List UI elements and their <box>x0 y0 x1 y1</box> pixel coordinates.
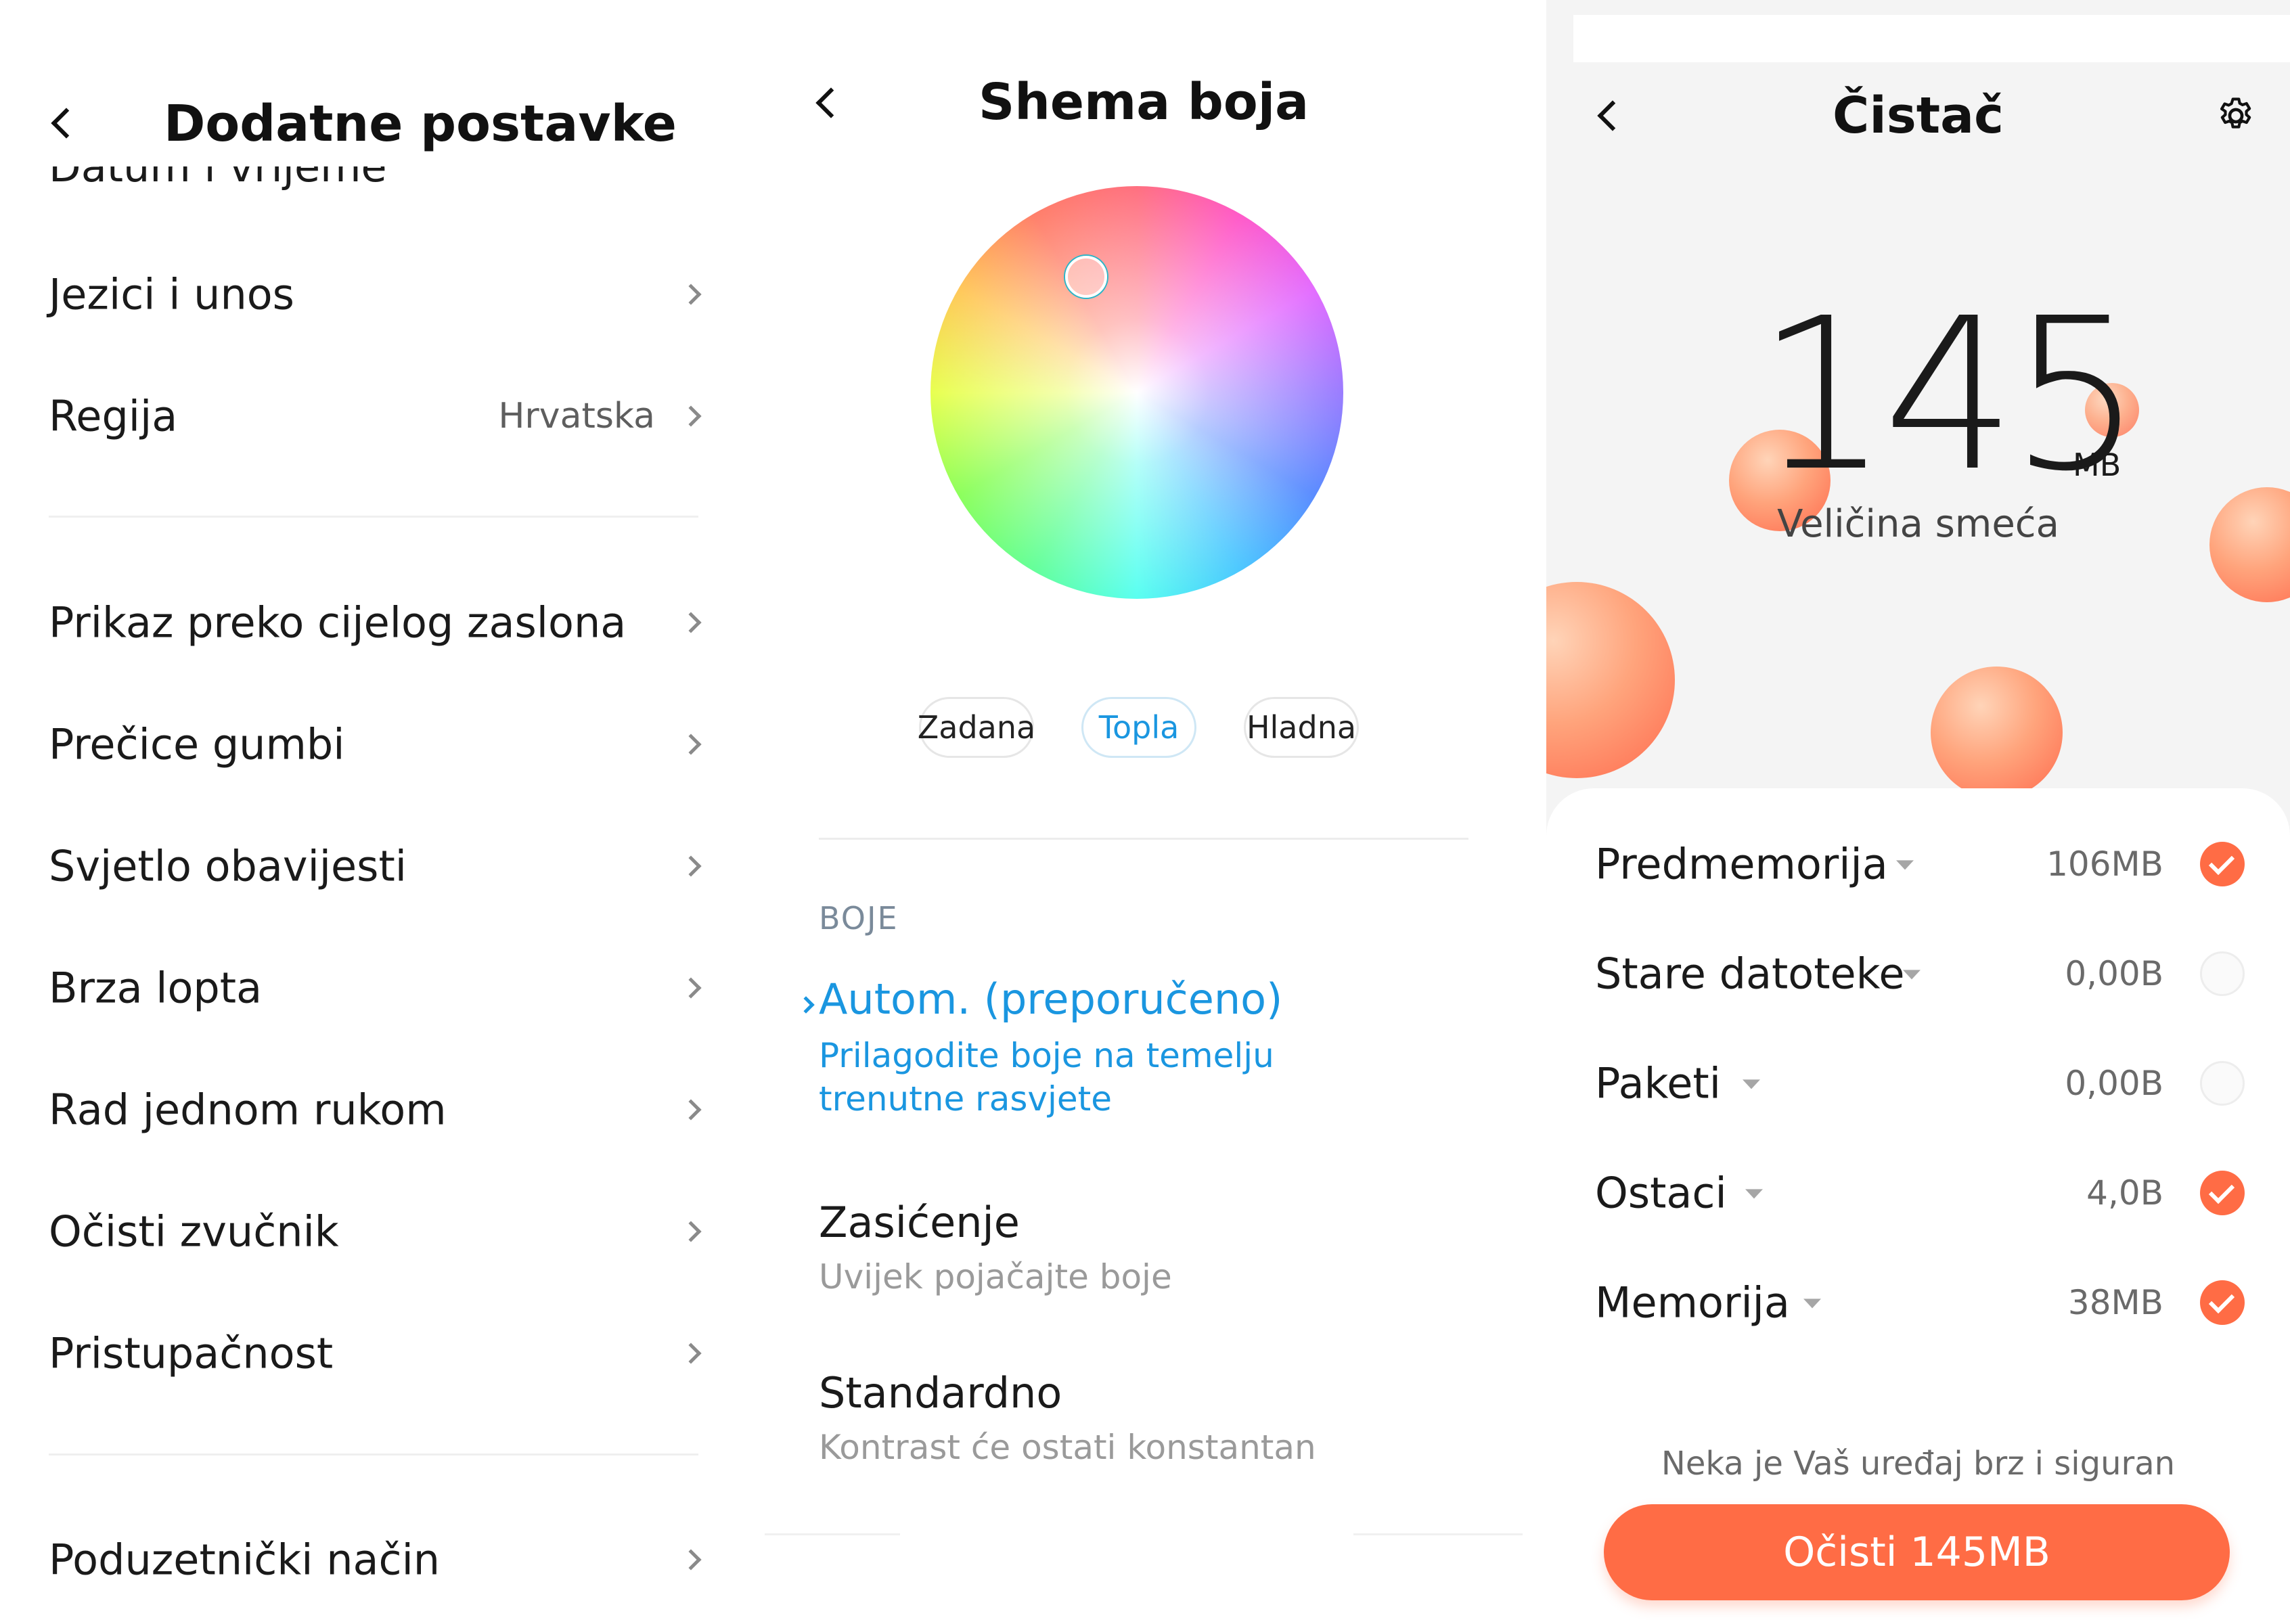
junk-item-residuals[interactable]: Ostaci 4,0B <box>1595 1156 2245 1230</box>
check-icon[interactable] <box>2200 1280 2245 1325</box>
option-subtitle: Prilagodite boje na temelju trenutne ras… <box>819 1036 1274 1119</box>
item-label: Svjetlo obavijesti <box>49 841 407 891</box>
option-title: Autom. (preporučeno) <box>819 974 1283 1024</box>
chip-default[interactable]: Zadana <box>918 697 1035 758</box>
page-title: Čistač <box>1833 87 2004 145</box>
divider <box>765 1533 900 1535</box>
item-value: Hrvatska <box>498 396 655 436</box>
settings-item-clean-speaker[interactable]: Očisti zvučnik <box>49 1184 702 1279</box>
option-title: Standardno <box>819 1368 1062 1418</box>
settings-item-notification-light[interactable]: Svjetlo obavijesti <box>49 819 702 914</box>
color-picker-handle[interactable] <box>1065 256 1107 298</box>
page-title: Dodatne postavke <box>164 95 677 153</box>
dropdown-triangle-icon[interactable] <box>1903 970 1921 980</box>
chevron-right-icon <box>680 1221 702 1242</box>
chevron-right-icon <box>680 1099 702 1121</box>
option-standard[interactable]: Standardno Kontrast će ostati konstantan <box>819 1368 1468 1483</box>
dropdown-triangle-icon[interactable] <box>1743 1079 1760 1089</box>
junk-size-unit: MB <box>2073 447 2121 483</box>
junk-item-old-files[interactable]: Stare datoteke 0,00B <box>1595 937 2245 1011</box>
divider <box>49 516 698 518</box>
decorative-bubble <box>1931 667 2063 798</box>
item-label: Brza lopta <box>49 963 263 1013</box>
chip-warm[interactable]: Topla <box>1081 697 1196 758</box>
top-bar-strip <box>1573 15 2290 62</box>
chevron-right-icon <box>680 977 702 999</box>
item-size: 0,00B <box>2065 1064 2163 1103</box>
item-size: 4,0B <box>2086 1173 2163 1213</box>
item-label: Pristupačnost <box>49 1328 334 1378</box>
unchecked-circle-icon[interactable] <box>2200 1061 2245 1106</box>
item-size: 38MB <box>2067 1283 2163 1322</box>
option-subtitle: Kontrast će ostati konstantan <box>819 1428 1316 1467</box>
settings-item-region[interactable]: Regija Hrvatska <box>49 369 702 464</box>
color-scheme-panel: Shema boja Zadana Topla Hladna BOJE Auto… <box>765 0 1523 1624</box>
item-label: Jezici i unos <box>49 269 294 319</box>
partial-list-item: Datum i vrijeme <box>0 166 744 207</box>
check-icon[interactable] <box>2200 1171 2245 1215</box>
chip-cool[interactable]: Hladna <box>1244 697 1359 758</box>
page-title: Shema boja <box>978 73 1309 131</box>
partial-item-label: Datum i vrijeme <box>49 166 387 191</box>
item-label: Poduzetnički način <box>49 1535 441 1585</box>
settings-item-accessibility[interactable]: Pristupačnost <box>49 1306 702 1401</box>
decorative-bubble <box>1546 582 1675 778</box>
item-label: Rad jednom rukom <box>49 1085 447 1135</box>
item-size: 106MB <box>2046 844 2163 884</box>
divider <box>819 838 1468 840</box>
dropdown-triangle-icon[interactable] <box>1803 1299 1821 1309</box>
chevron-right-icon <box>680 734 702 755</box>
chevron-right-icon <box>680 1549 702 1571</box>
item-size: 0,00B <box>2065 954 2163 993</box>
clean-button[interactable]: Očisti 145MB <box>1604 1504 2230 1600</box>
settings-item-one-handed[interactable]: Rad jednom rukom <box>49 1062 702 1157</box>
settings-item-languages[interactable]: Jezici i unos <box>49 247 702 342</box>
option-subtitle: Uvijek pojačajte boje <box>819 1257 1172 1296</box>
dropdown-triangle-icon[interactable] <box>1896 860 1914 870</box>
item-label: Očisti zvučnik <box>49 1206 339 1257</box>
item-label: Ostaci <box>1595 1168 1727 1218</box>
divider <box>1353 1533 1523 1535</box>
section-header: BOJE <box>819 900 899 937</box>
settings-icon[interactable] <box>2215 95 2257 137</box>
divider <box>49 1453 698 1456</box>
item-label: Prečice gumbi <box>49 719 345 769</box>
selected-chevron-icon <box>797 996 815 1014</box>
item-label: Memorija <box>1595 1278 1790 1328</box>
cleaner-panel: Čistač 145 MB Veličina smeća Predmemorij… <box>1546 0 2290 1624</box>
item-label: Paketi <box>1595 1058 1721 1108</box>
footer-note: Neka je Vaš uređaj brz i siguran <box>1661 1445 2176 1483</box>
item-label: Predmemorija <box>1595 839 1888 889</box>
settings-item-quick-ball[interactable]: Brza lopta <box>49 941 702 1035</box>
junk-item-packages[interactable]: Paketi 0,00B <box>1595 1046 2245 1121</box>
item-label: Stare datoteke <box>1595 949 1905 999</box>
color-wheel[interactable] <box>930 186 1343 599</box>
chevron-right-icon <box>680 612 702 633</box>
junk-size-label: Veličina smeća <box>1777 502 2059 546</box>
unchecked-circle-icon[interactable] <box>2200 951 2245 996</box>
check-icon[interactable] <box>2200 842 2245 886</box>
chevron-right-icon <box>680 855 702 877</box>
option-saturation[interactable]: Zasićenje Uvijek pojačajte boje <box>819 1198 1468 1313</box>
additional-settings-panel: Datum i vrijeme Dodatne postavke Jezici … <box>0 0 744 1624</box>
junk-item-memory[interactable]: Memorija 38MB <box>1595 1265 2245 1340</box>
item-label: Regija <box>49 391 178 441</box>
item-label: Prikaz preko cijelog zaslona <box>49 597 627 648</box>
settings-item-fullscreen[interactable]: Prikaz preko cijelog zaslona <box>49 575 702 670</box>
chevron-right-icon <box>680 405 702 427</box>
settings-item-button-shortcuts[interactable]: Prečice gumbi <box>49 697 702 792</box>
dropdown-triangle-icon[interactable] <box>1745 1189 1763 1199</box>
junk-item-cache[interactable]: Predmemorija 106MB <box>1595 827 2245 901</box>
option-auto[interactable]: Autom. (preporučeno) Prilagodite boje na… <box>792 974 1496 1144</box>
settings-item-enterprise-mode[interactable]: Poduzetnički način <box>49 1512 702 1607</box>
chevron-right-icon <box>680 1343 702 1364</box>
chevron-right-icon <box>680 284 702 305</box>
option-title: Zasićenje <box>819 1198 1020 1247</box>
